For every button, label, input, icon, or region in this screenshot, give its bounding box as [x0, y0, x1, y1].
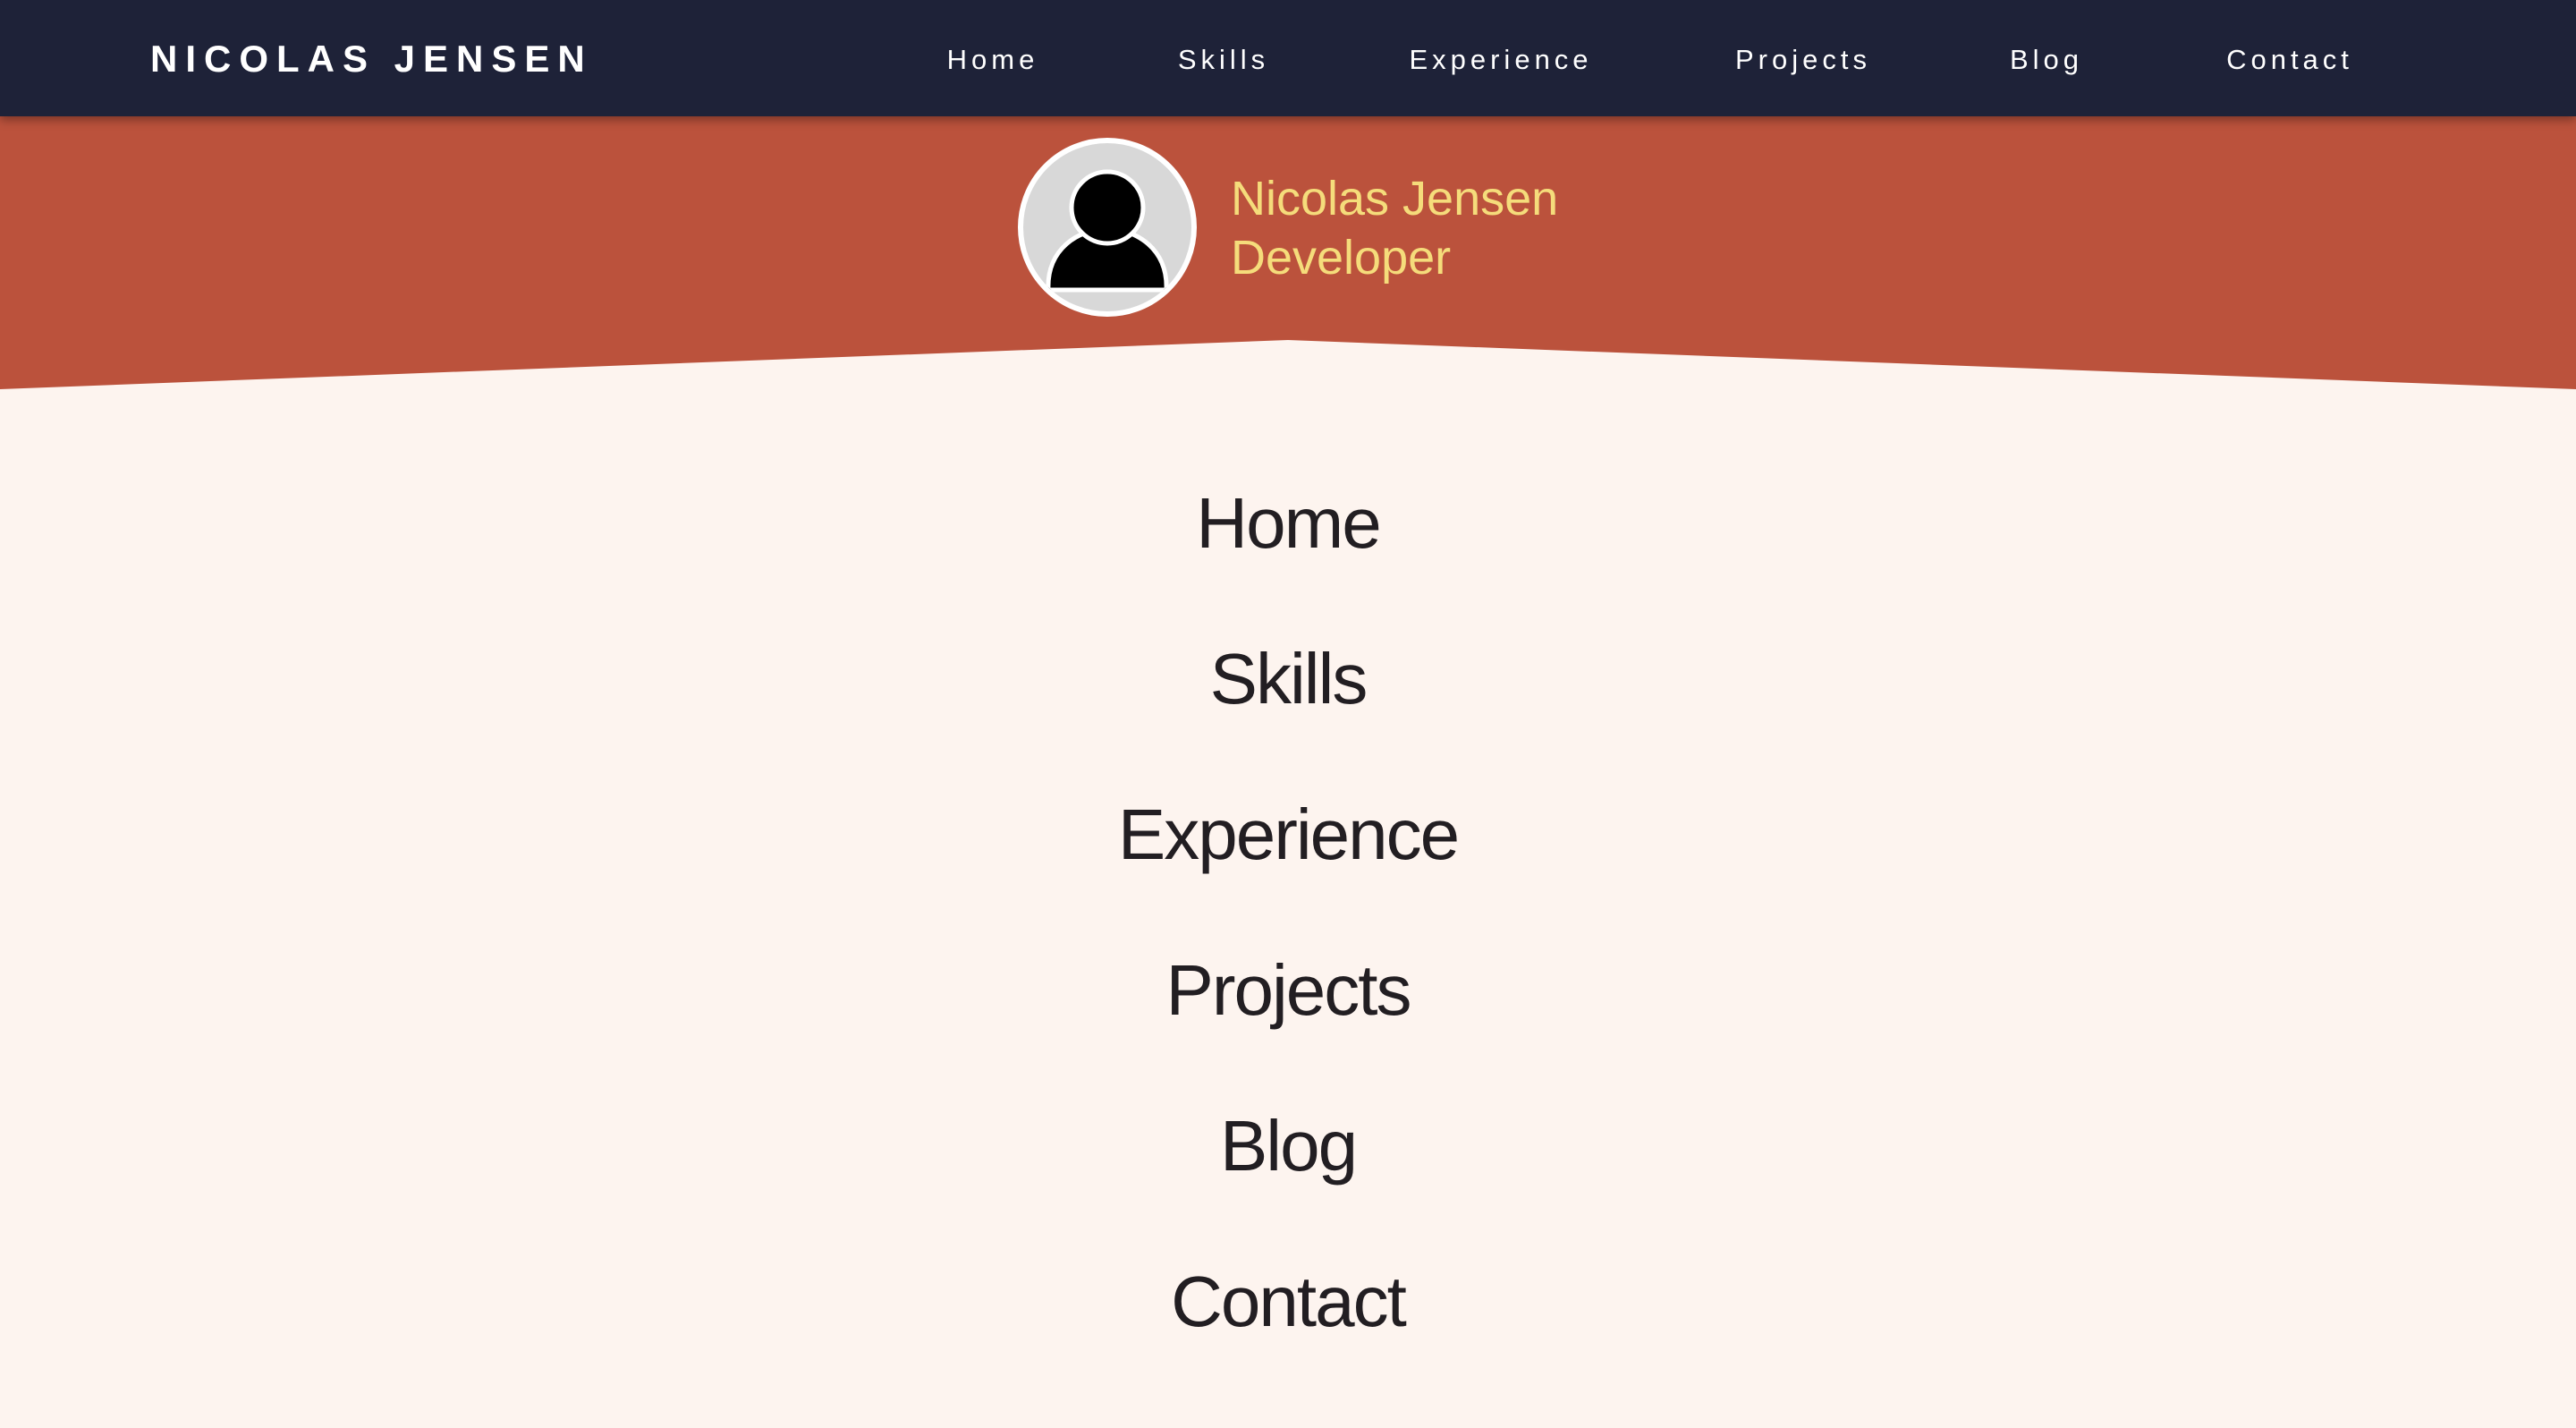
top-navigation-bar: NICOLAS JENSEN Home Skills Experience Pr…: [0, 0, 2576, 116]
menu-item-home[interactable]: Home: [0, 479, 2576, 568]
nav-link-contact[interactable]: Contact: [2226, 38, 2353, 82]
nav-link-experience[interactable]: Experience: [1409, 38, 1592, 82]
hero-name: Nicolas Jensen: [1231, 172, 1559, 225]
nav-link-skills[interactable]: Skills: [1178, 38, 1269, 82]
menu-item-blog[interactable]: Blog: [0, 1101, 2576, 1191]
menu-item-contact[interactable]: Contact: [0, 1257, 2576, 1347]
nav-link-home[interactable]: Home: [947, 38, 1039, 82]
menu-item-experience[interactable]: Experience: [0, 790, 2576, 880]
nav-link-blog[interactable]: Blog: [2010, 38, 2083, 82]
top-nav: Home Skills Experience Projects Blog Con…: [0, 0, 2576, 116]
hero-role: Developer: [1231, 231, 1452, 285]
nav-link-projects[interactable]: Projects: [1735, 38, 1871, 82]
user-silhouette-icon: [1046, 169, 1169, 293]
menu-item-skills[interactable]: Skills: [0, 634, 2576, 724]
menu-item-projects[interactable]: Projects: [0, 946, 2576, 1035]
avatar: [1018, 138, 1197, 317]
